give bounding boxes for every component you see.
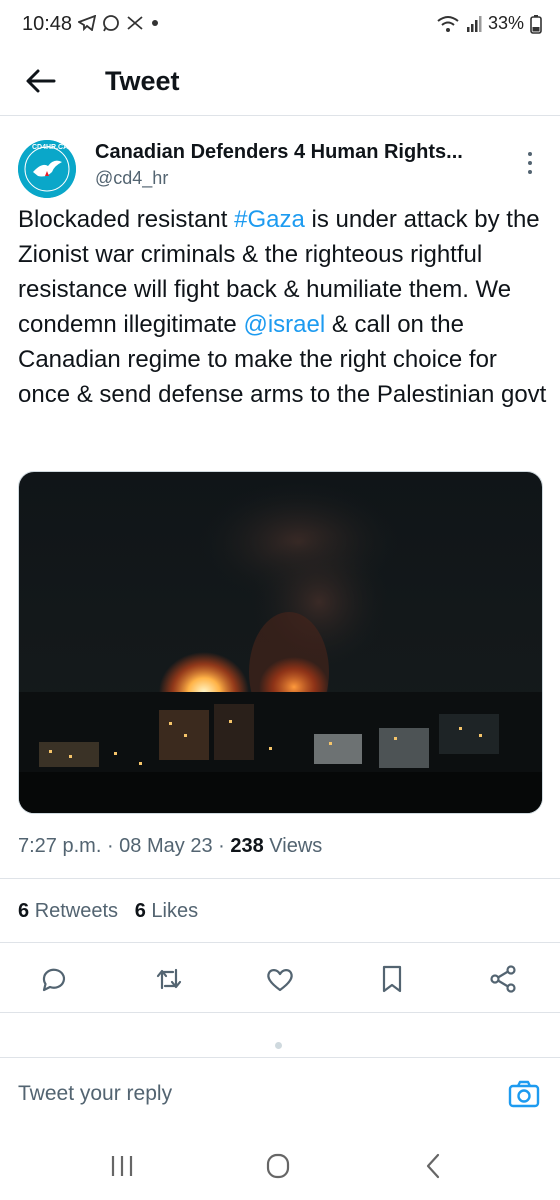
share-icon[interactable] [487, 963, 519, 995]
header: Tweet [0, 52, 560, 112]
retweets-stat[interactable]: 6 Retweets [18, 900, 118, 922]
reply-icon[interactable] [38, 963, 70, 995]
tweet-date: 08 May 23 [119, 835, 213, 857]
reply-input[interactable]: Tweet your reply [18, 1082, 172, 1106]
explosion-photo [19, 472, 542, 813]
tweet-time: 7:27 p.m. [18, 835, 102, 857]
meta-divider [0, 878, 560, 879]
reply-bar: Tweet your reply [0, 1058, 560, 1133]
actions-divider [0, 1012, 560, 1013]
tweet-actions [0, 955, 560, 1005]
author-name[interactable]: Canadian Defenders 4 Human Rights... [95, 141, 463, 164]
status-bar: 10:48 33% [0, 0, 560, 52]
telegram-icon [78, 15, 96, 31]
recents-icon[interactable] [102, 1151, 142, 1181]
retweets-label: Retweets [34, 900, 119, 922]
mention-link[interactable]: @israel [243, 311, 325, 338]
wifi-icon [437, 15, 459, 32]
back-icon[interactable] [414, 1151, 454, 1181]
avatar-text: CD4HR.CA [32, 144, 69, 151]
avatar[interactable]: CD4HR.CA [18, 140, 76, 198]
battery-icon [530, 14, 542, 34]
stats-divider [0, 942, 560, 943]
dot-icon [152, 20, 158, 26]
notification-icons [78, 14, 160, 32]
likes-stat[interactable]: 6 Likes [135, 900, 198, 922]
more-vertical-icon[interactable] [524, 150, 536, 176]
bookmark-icon[interactable] [376, 963, 408, 995]
author-handle[interactable]: @cd4_hr [95, 168, 168, 189]
retweet-icon[interactable] [153, 963, 185, 995]
back-arrow-icon[interactable] [24, 66, 58, 96]
whatsapp-icon [103, 15, 119, 32]
home-icon[interactable] [258, 1151, 298, 1181]
likes-count: 6 [134, 900, 146, 922]
status-right: 33% [436, 13, 542, 34]
system-nav-bar [0, 1133, 560, 1200]
tweet-text: Blockaded resistant #Gaza is under attac… [18, 202, 548, 412]
page-title: Tweet [105, 66, 180, 96]
camera-icon[interactable] [506, 1076, 542, 1112]
like-icon[interactable] [264, 963, 296, 995]
hashtag-link[interactable]: #Gaza [234, 206, 305, 233]
battery-level: 33% [487, 13, 524, 33]
tweet-text-part1: Blockaded resistant [18, 206, 235, 233]
tweet-image[interactable] [18, 471, 543, 814]
status-time: 10:48 [22, 13, 73, 35]
retweets-count: 6 [18, 900, 30, 922]
x-app-icon [127, 16, 143, 30]
tweet-stats: 6 Retweets 6 Likes [18, 900, 198, 923]
signal-icon [466, 15, 482, 32]
views-label: Views [269, 835, 323, 857]
separator-dot [275, 1042, 282, 1049]
header-divider [0, 115, 560, 116]
likes-label: Likes [151, 900, 199, 922]
views-count: 238 [230, 835, 264, 857]
tweet-meta: 7:27 p.m. · 08 May 23 · 238 Views [18, 835, 323, 857]
